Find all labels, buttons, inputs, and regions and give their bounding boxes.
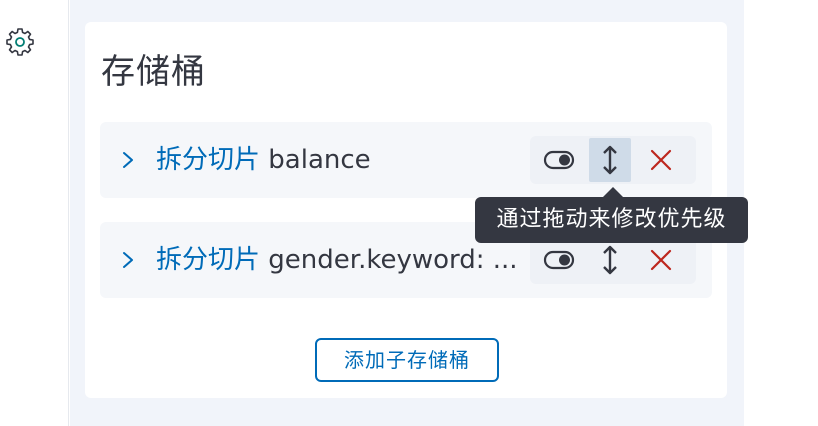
close-icon[interactable] xyxy=(640,238,682,282)
right-area xyxy=(744,0,818,426)
toggle-icon[interactable] xyxy=(538,138,580,182)
drag-handle-icon[interactable] xyxy=(589,238,631,282)
bucket-actions xyxy=(530,236,696,284)
left-rail xyxy=(0,0,69,426)
drag-tooltip: 通过拖动来修改优先级 xyxy=(475,197,748,243)
bucket-label[interactable]: 拆分切片 gender.keyword: ... xyxy=(156,243,536,277)
bucket-actions xyxy=(530,136,696,184)
page: 存储桶 拆分切片 balance 拆分切片 gender.keyword: ..… xyxy=(0,0,818,426)
bucket-field: gender.keyword: ... xyxy=(268,245,518,275)
bucket-type: 拆分切片 xyxy=(156,145,261,175)
gear-icon[interactable] xyxy=(4,26,36,58)
chevron-right-icon[interactable] xyxy=(118,150,138,170)
close-icon[interactable] xyxy=(640,138,682,182)
tooltip-arrow xyxy=(603,187,623,197)
bucket-field: balance xyxy=(268,145,371,175)
bucket-type: 拆分切片 xyxy=(156,245,261,275)
chevron-right-icon[interactable] xyxy=(118,250,138,270)
buckets-title: 存储桶 xyxy=(101,52,206,92)
add-sub-bucket-button[interactable]: 添加子存储桶 xyxy=(315,338,499,382)
drag-handle-icon[interactable] xyxy=(589,138,631,182)
toggle-icon[interactable] xyxy=(538,238,580,282)
bucket-label[interactable]: 拆分切片 balance xyxy=(156,143,536,177)
